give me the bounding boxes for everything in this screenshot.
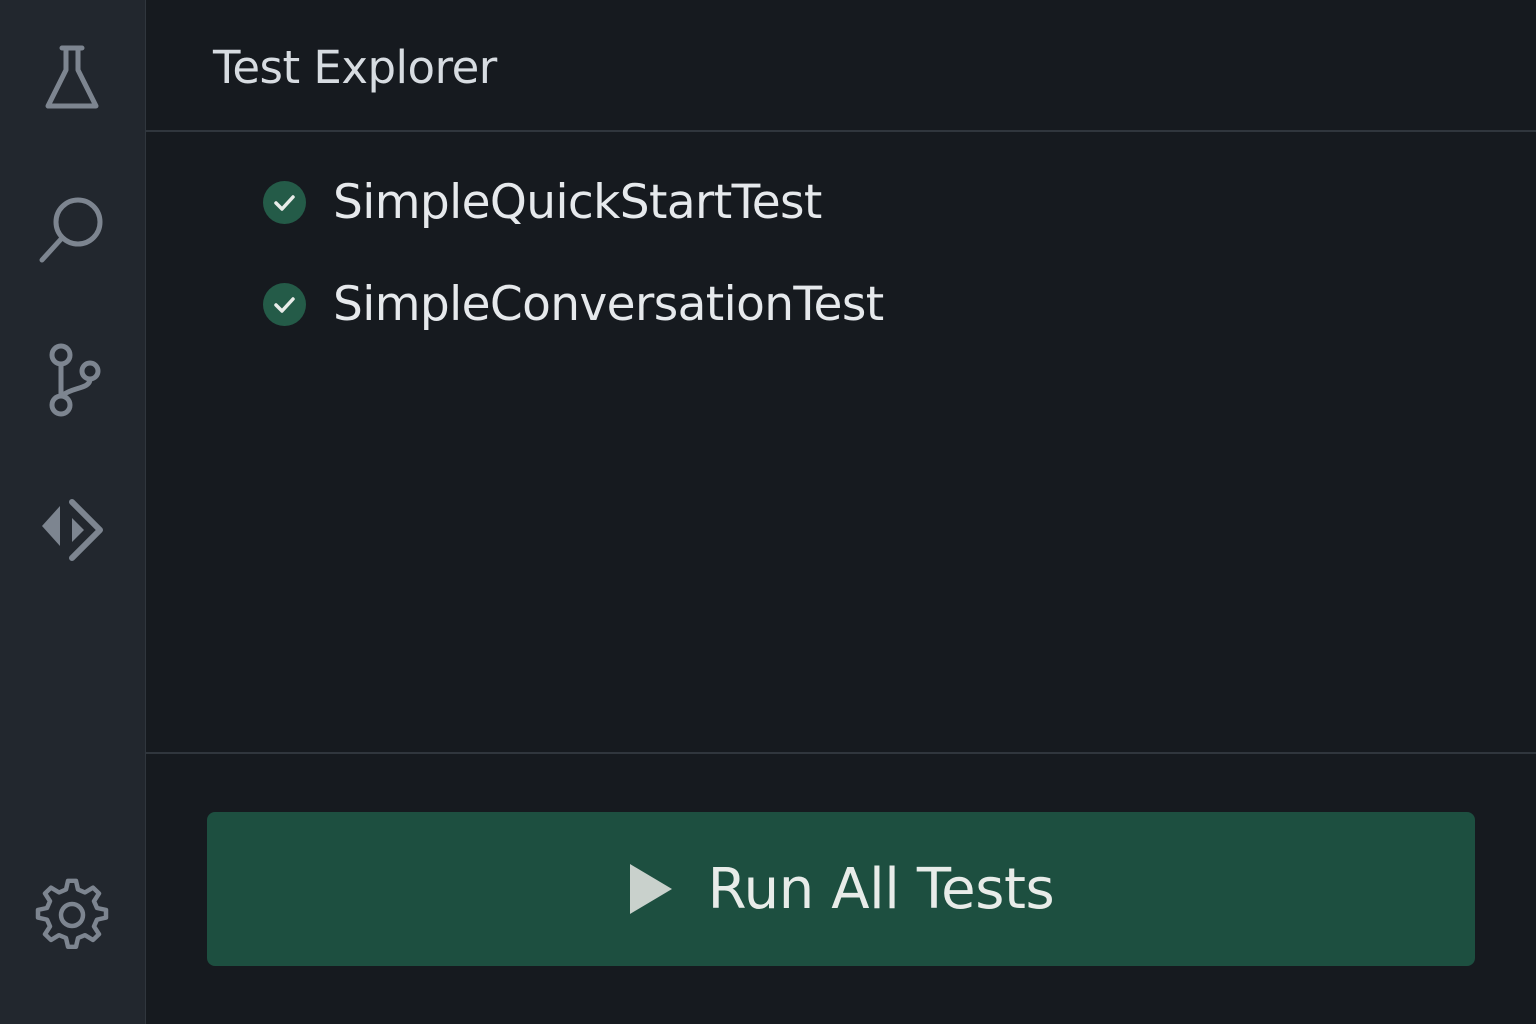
run-debug-icon [42,499,103,561]
flask-icon [45,45,99,109]
run-all-tests-label: Run All Tests [707,856,1055,922]
test-list: SimpleQuickStartTest SimpleConversationT… [146,132,1536,752]
test-item-simple-conversation[interactable]: SimpleConversationTest [263,274,884,334]
panel-header: Test Explorer [146,0,1536,132]
activity-bar [0,0,146,1024]
check-circle-icon [263,180,306,224]
test-name: SimpleConversationTest [333,276,884,332]
gear-icon [35,878,109,949]
run-all-tests-button[interactable]: Run All Tests [207,812,1475,966]
divider [146,752,1536,754]
test-name: SimpleQuickStartTest [333,174,822,230]
activity-source-control-button[interactable] [26,334,118,426]
activity-search-button[interactable] [26,184,118,276]
play-icon [628,862,674,916]
test-item-simple-quick-start[interactable]: SimpleQuickStartTest [263,172,822,232]
search-icon [39,197,103,263]
test-explorer-panel: Test Explorer SimpleQuickStartTest Simpl… [146,0,1536,1024]
activity-run-debug-button[interactable] [26,484,118,576]
activity-testing-button[interactable] [26,32,118,124]
source-control-icon [49,343,101,417]
panel-title: Test Explorer [213,41,497,94]
test-explorer-window: Test Explorer SimpleQuickStartTest Simpl… [0,0,1536,1024]
settings-button[interactable] [26,869,118,961]
check-circle-icon [263,282,306,326]
